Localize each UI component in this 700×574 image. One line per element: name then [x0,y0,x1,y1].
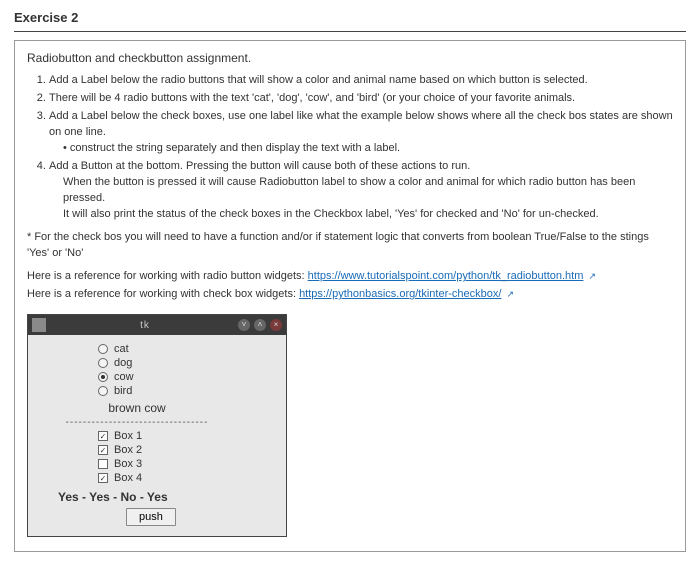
intro-text: Radiobutton and checkbutton assignment. [27,51,673,65]
radio-icon [98,372,108,382]
checkbox-icon: ✓ [98,431,108,441]
exercise-panel: Radiobutton and checkbutton assignment. … [14,40,686,552]
close-icon[interactable]: × [270,319,282,331]
check-label: Box 2 [114,444,142,456]
reference-1-link[interactable]: https://www.tutorialspoint.com/python/tk… [308,270,584,282]
radio-bird[interactable]: bird [98,385,274,397]
radio-label: dog [114,357,132,369]
reference-1: Here is a reference for working with rad… [27,270,673,282]
radio-cat[interactable]: cat [98,343,274,355]
radio-icon [98,358,108,368]
tk-window: tk ˅ ˄ × cat dog cow [27,314,287,537]
app-icon [32,318,46,332]
checkbox-icon: ✓ [98,445,108,455]
step-4-b: It will also print the status of the che… [63,207,673,223]
separator-line: --------------------------------- [40,417,274,428]
step-4: Add a Button at the bottom. Pressing the… [49,159,673,223]
titlebar: tk ˅ ˄ × [28,315,286,335]
radio-icon [98,386,108,396]
radio-result-label: brown cow [40,401,274,415]
check-result-label: Yes - Yes - No - Yes [58,490,274,504]
checkbox-icon: ✓ [98,473,108,483]
radio-label: bird [114,385,132,397]
footnote: * For the check bos you will need to hav… [27,230,673,262]
step-2: There will be 4 radio buttons with the t… [49,91,673,107]
push-button[interactable]: push [126,508,176,526]
external-link-icon: ↗ [588,271,596,281]
reference-2-link[interactable]: https://pythonbasics.org/tkinter-checkbo… [299,288,501,300]
maximize-icon[interactable]: ˄ [254,319,266,331]
radio-dog[interactable]: dog [98,357,274,369]
minimize-icon[interactable]: ˅ [238,319,250,331]
window-title: tk [52,320,238,331]
checkbox-icon [98,459,108,469]
step-3: Add a Label below the check boxes, use o… [49,109,673,157]
radio-label: cow [114,371,134,383]
external-link-icon: ↗ [507,289,515,299]
reference-2: Here is a reference for working with che… [27,288,673,300]
steps-list: Add a Label below the radio buttons that… [27,73,673,222]
check-box-4[interactable]: ✓ Box 4 [98,472,274,484]
radio-cow[interactable]: cow [98,371,274,383]
check-label: Box 4 [114,472,142,484]
check-box-3[interactable]: Box 3 [98,458,274,470]
step-3-sub: construct the string separately and then… [63,141,673,157]
page-title: Exercise 2 [14,10,686,25]
step-1: Add a Label below the radio buttons that… [49,73,673,89]
check-label: Box 1 [114,430,142,442]
divider [14,31,686,32]
check-box-1[interactable]: ✓ Box 1 [98,430,274,442]
radio-icon [98,344,108,354]
step-4-a: When the button is pressed it will cause… [63,175,673,207]
check-box-2[interactable]: ✓ Box 2 [98,444,274,456]
check-label: Box 3 [114,458,142,470]
radio-label: cat [114,343,129,355]
